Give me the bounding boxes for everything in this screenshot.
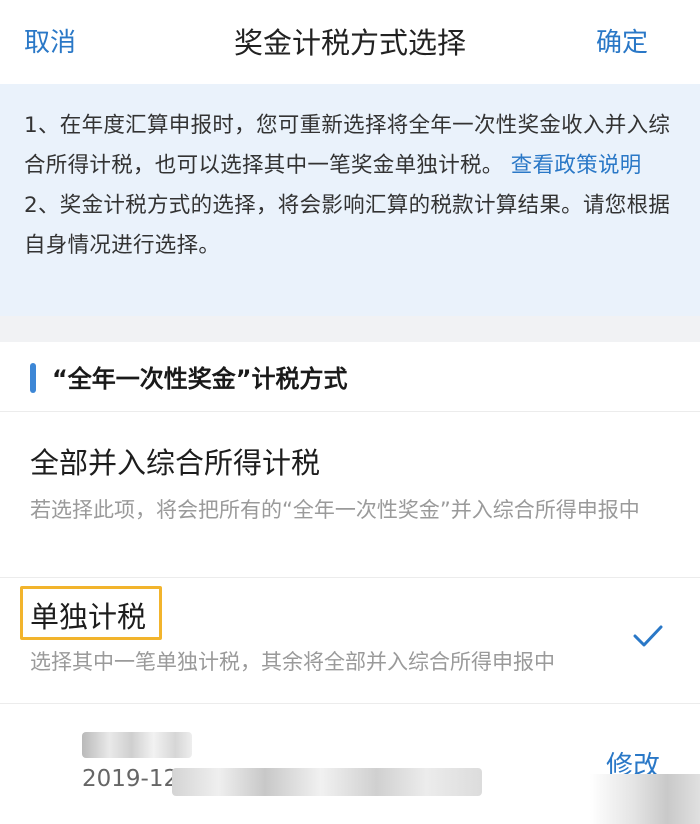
option-title: 单独计税 — [30, 600, 147, 634]
option-merge-all[interactable]: 全部并入综合所得计税 若选择此项，将会把所有的“全年一次性奖金”并入综合所得申报… — [0, 412, 700, 578]
section-header: “全年一次性奖金”计税方式 — [0, 342, 700, 412]
notice-line-2: 2、奖金计税方式的选择，将会影响汇算的税款计算结果。请您根据自身情况进行选择。 — [24, 193, 671, 258]
option-title: 全部并入综合所得计税 — [30, 446, 321, 480]
section-divider — [0, 316, 700, 342]
entry-date: 2019-12 — [82, 766, 179, 792]
confirm-button[interactable]: 确定 — [596, 22, 648, 59]
notice-panel: 1、在年度汇算申报时，您可重新选择将全年一次性奖金收入并入综合所得计税，也可以选… — [0, 84, 700, 316]
section-title: “全年一次性奖金”计税方式 — [52, 365, 348, 393]
option-description: 选择其中一笔单独计税，其余将全部并入综合所得申报中 — [30, 650, 555, 674]
option-description: 若选择此项，将会把所有的“全年一次性奖金”并入综合所得申报中 — [30, 498, 640, 522]
redacted-name — [82, 732, 192, 758]
nav-header: 取消 奖金计税方式选择 确定 — [0, 0, 700, 84]
checkmark-icon — [633, 625, 663, 647]
option-separate-tax[interactable]: 单独计税 选择其中一笔单独计税，其余将全部并入综合所得申报中 — [0, 578, 700, 704]
policy-link[interactable]: 查看政策说明 — [511, 153, 642, 178]
section-marker — [30, 363, 36, 393]
redacted-amount — [172, 768, 482, 796]
redacted-corner — [590, 774, 700, 824]
bonus-entry-row: 2019-12 修改 — [0, 704, 700, 824]
